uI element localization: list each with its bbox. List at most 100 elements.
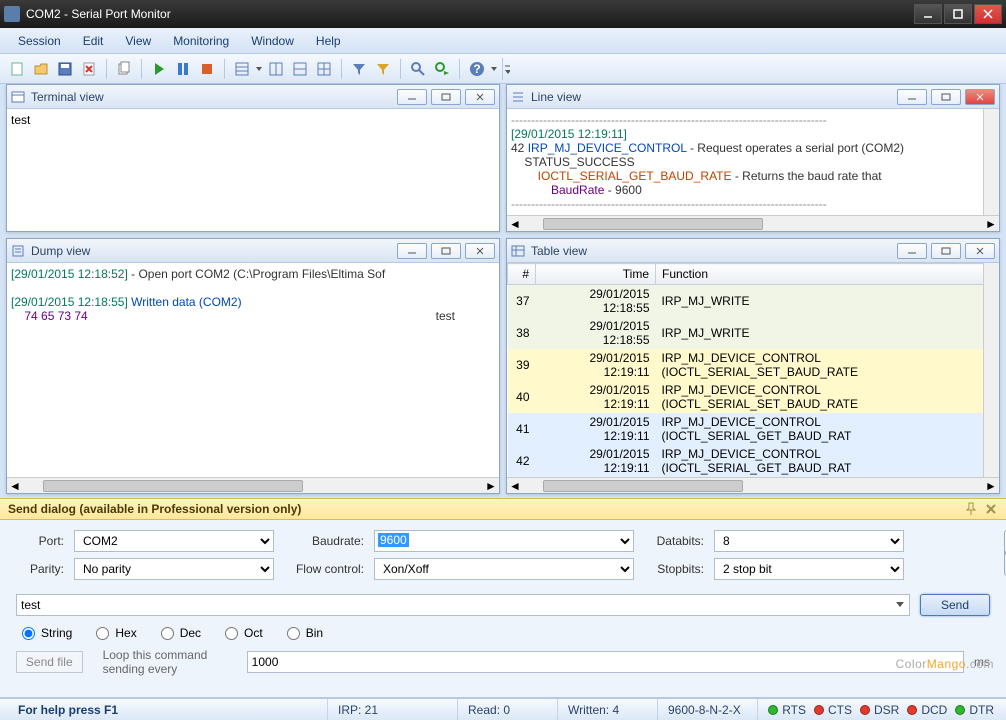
filter-icon[interactable]	[348, 58, 370, 80]
panel-close-button[interactable]	[465, 89, 495, 105]
databits-label: Databits:	[644, 534, 704, 548]
menu-window[interactable]: Window	[241, 30, 304, 52]
window-titlebar: COM2 - Serial Port Monitor	[0, 0, 1006, 28]
panel-close-button[interactable]	[965, 243, 995, 259]
table-view-panel: Table view # Time Function 3729/01/2015 …	[506, 238, 1000, 494]
play-icon[interactable]	[148, 58, 170, 80]
table-row[interactable]: 3829/01/2015 12:18:55IRP_MJ_WRITE	[508, 317, 999, 349]
dropdown-arrow-icon[interactable]	[255, 58, 263, 80]
radio-oct[interactable]: Oct	[225, 626, 263, 640]
send-dialog-banner: Send dialog (available in Professional v…	[0, 498, 1006, 520]
send-dialog: Port: COM2 Baudrate: 9600 Databits: 8 Pa…	[0, 520, 1006, 698]
open-icon[interactable]	[30, 58, 52, 80]
grid-icon-1[interactable]	[265, 58, 287, 80]
delete-icon[interactable]	[78, 58, 100, 80]
baud-label: Baudrate:	[284, 534, 364, 548]
chevron-down-icon[interactable]	[894, 598, 906, 610]
dump-view-panel: Dump view [29/01/2015 12:18:52] - Open p…	[6, 238, 500, 494]
panel-minimize-button[interactable]	[397, 89, 427, 105]
pin-icon[interactable]	[964, 502, 978, 516]
signal-dcd: DCD	[907, 703, 947, 717]
col-number[interactable]: #	[508, 264, 536, 285]
menu-help[interactable]: Help	[306, 30, 351, 52]
app-icon	[4, 6, 20, 22]
loop-interval-input[interactable]	[247, 651, 964, 673]
copy-icon[interactable]	[113, 58, 135, 80]
scrollbar[interactable]: ◄►	[507, 477, 999, 493]
panel-title: Table view	[531, 244, 893, 258]
radio-hex[interactable]: Hex	[96, 626, 136, 640]
table-row[interactable]: 4229/01/2015 12:19:11IRP_MJ_DEVICE_CONTR…	[508, 445, 999, 477]
panel-maximize-button[interactable]	[431, 243, 461, 259]
dropdown-arrow-icon[interactable]	[490, 58, 498, 80]
filter-settings-icon[interactable]	[372, 58, 394, 80]
radio-dec[interactable]: Dec	[161, 626, 201, 640]
scrollbar[interactable]	[983, 109, 999, 215]
radio-bin[interactable]: Bin	[287, 626, 323, 640]
stop-icon[interactable]	[196, 58, 218, 80]
menu-view[interactable]: View	[115, 30, 161, 52]
grid-icon-3[interactable]	[313, 58, 335, 80]
table-row[interactable]: 4129/01/2015 12:19:11IRP_MJ_DEVICE_CONTR…	[508, 413, 999, 445]
port-select[interactable]: COM2	[74, 530, 274, 552]
lines-icon	[511, 90, 525, 104]
flow-select[interactable]: Xon/Xoff	[374, 558, 634, 580]
status-mode: 9600-8-N-2-X	[658, 699, 758, 720]
find-next-icon[interactable]	[431, 58, 453, 80]
parity-select[interactable]: No parity	[74, 558, 274, 580]
radio-string[interactable]: String	[22, 626, 72, 640]
table-view-icon[interactable]	[231, 58, 253, 80]
panel-minimize-button[interactable]	[897, 89, 927, 105]
signal-dtr: DTR	[955, 703, 994, 717]
panel-minimize-button[interactable]	[397, 243, 427, 259]
baud-select[interactable]	[374, 530, 634, 552]
close-button[interactable]	[974, 4, 1002, 24]
menu-session[interactable]: Session	[8, 30, 71, 52]
close-icon[interactable]	[984, 502, 998, 516]
menu-monitoring[interactable]: Monitoring	[163, 30, 239, 52]
minimize-button[interactable]	[914, 4, 942, 24]
terminal-content[interactable]: test	[7, 109, 499, 231]
panel-maximize-button[interactable]	[931, 243, 961, 259]
panel-title: Terminal view	[31, 90, 393, 104]
parity-label: Parity:	[16, 562, 64, 576]
save-icon[interactable]	[54, 58, 76, 80]
flow-label: Flow control:	[284, 562, 364, 576]
panel-close-button[interactable]	[465, 243, 495, 259]
stopbits-select[interactable]: 2 stop bit	[714, 558, 904, 580]
scrollbar[interactable]: ◄►	[507, 215, 999, 231]
table-view-content[interactable]: # Time Function 3729/01/2015 12:18:55IRP…	[507, 263, 999, 477]
send-text-input[interactable]	[16, 594, 910, 616]
line-view-content[interactable]: ----------------------------------------…	[507, 109, 999, 215]
scrollbar[interactable]: ◄►	[7, 477, 499, 493]
status-irp: IRP: 21	[328, 699, 458, 720]
toolbar: ?	[0, 54, 1006, 84]
table-row[interactable]: 3929/01/2015 12:19:11IRP_MJ_DEVICE_CONTR…	[508, 349, 999, 381]
dump-view-content[interactable]: [29/01/2015 12:18:52] - Open port COM2 (…	[7, 263, 499, 477]
signal-dsr: DSR	[860, 703, 899, 717]
table-row[interactable]: 3729/01/2015 12:18:55IRP_MJ_WRITE	[508, 285, 999, 318]
table-icon	[511, 244, 525, 258]
maximize-button[interactable]	[944, 4, 972, 24]
find-icon[interactable]	[407, 58, 429, 80]
panel-maximize-button[interactable]	[431, 89, 461, 105]
col-function[interactable]: Function	[656, 264, 999, 285]
scrollbar[interactable]	[983, 263, 999, 477]
svg-text:?: ?	[473, 62, 480, 76]
panel-close-button[interactable]	[965, 89, 995, 105]
signal-rts: RTS	[768, 703, 806, 717]
databits-select[interactable]: 8	[714, 530, 904, 552]
toolbar-overflow-icon[interactable]	[502, 58, 510, 80]
grid-icon-2[interactable]	[289, 58, 311, 80]
new-session-icon[interactable]	[6, 58, 28, 80]
send-file-button[interactable]: Send file	[16, 651, 83, 673]
panel-title: Line view	[531, 90, 893, 104]
menu-edit[interactable]: Edit	[73, 30, 114, 52]
help-icon[interactable]: ?	[466, 58, 488, 80]
panel-maximize-button[interactable]	[931, 89, 961, 105]
col-time[interactable]: Time	[536, 264, 656, 285]
pause-icon[interactable]	[172, 58, 194, 80]
table-row[interactable]: 4029/01/2015 12:19:11IRP_MJ_DEVICE_CONTR…	[508, 381, 999, 413]
send-button[interactable]: Send	[920, 594, 990, 616]
panel-minimize-button[interactable]	[897, 243, 927, 259]
